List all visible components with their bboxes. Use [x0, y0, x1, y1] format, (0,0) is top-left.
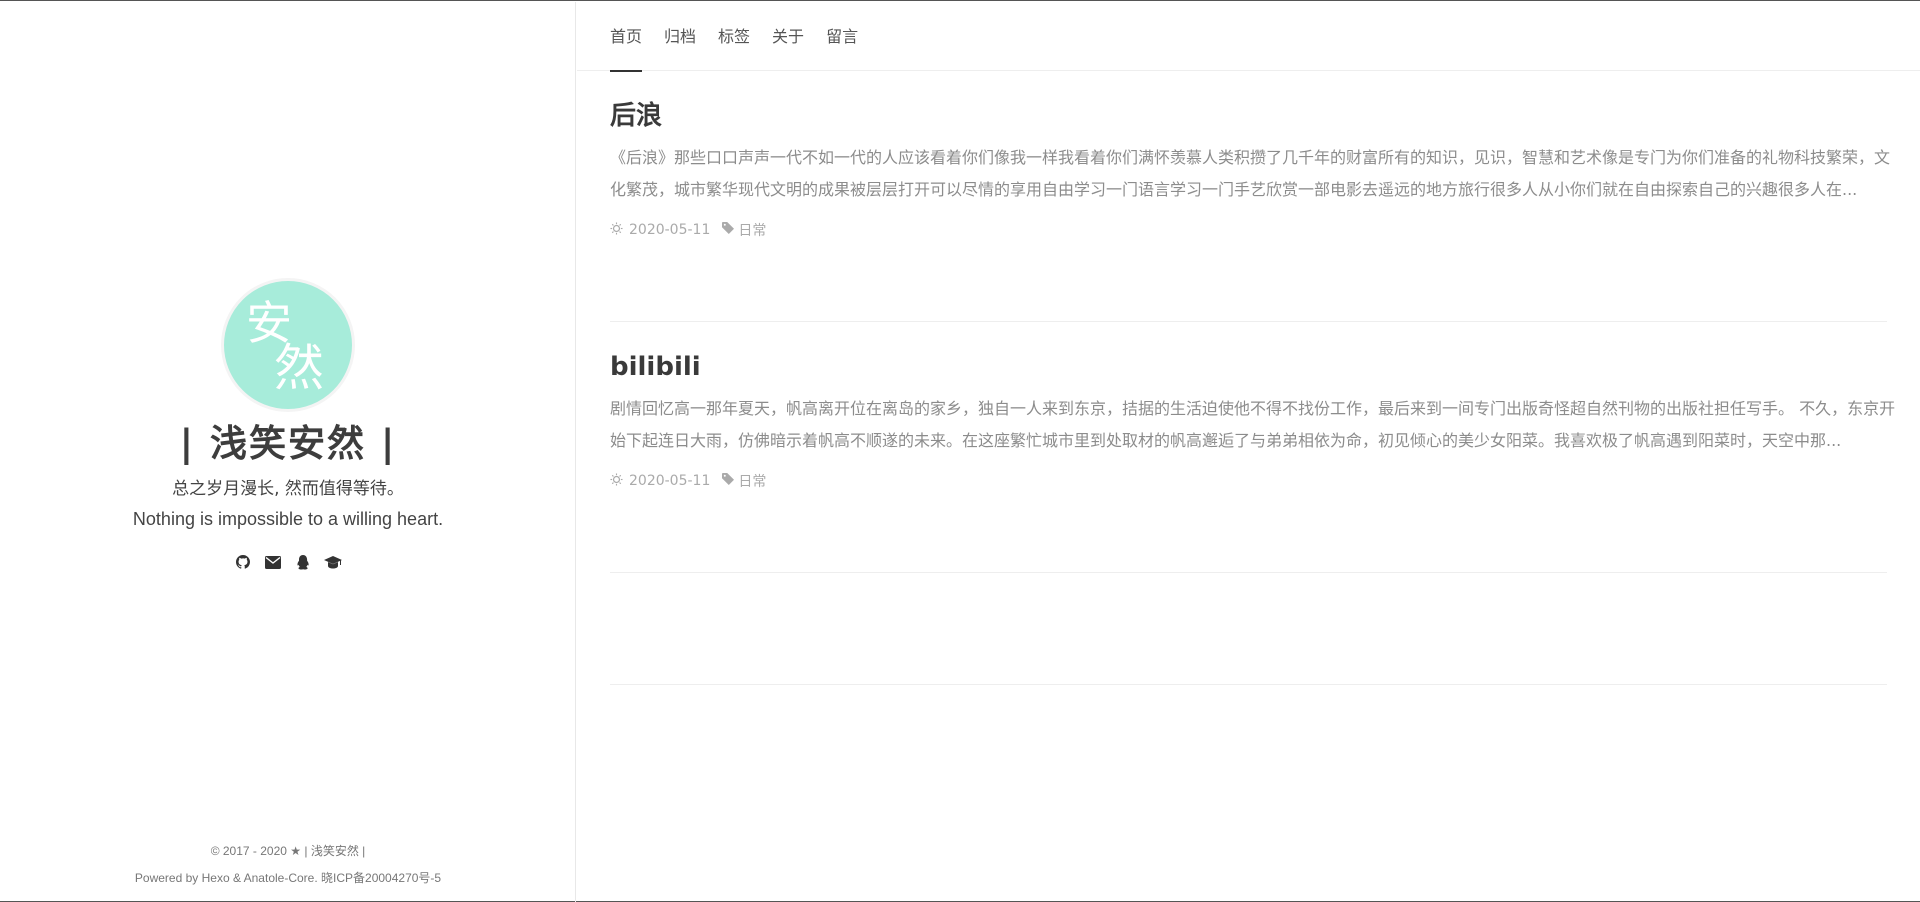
- motto-cn: 总之岁月漫长, 然而值得等待。: [172, 479, 404, 499]
- envelope-icon[interactable]: [264, 553, 282, 571]
- tag-icon: [722, 222, 735, 238]
- post-item: bilibili 剧情回忆高一那年夏天，帆高离开位在离岛的家乡，独自一人来到东京…: [610, 322, 1895, 573]
- nav-item-about[interactable]: 关于: [772, 2, 804, 71]
- powered-line: Powered by Hexo & Anatole-Core. 晓ICP备200…: [0, 865, 576, 892]
- profile: 安 然 | 浅笑安然 | 总之岁月漫长, 然而值得等待。 Nothing is …: [0, 278, 576, 571]
- copyright-text: © 2017 - 2020: [210, 844, 287, 858]
- motto-en: Nothing is impossible to a willing heart…: [132, 509, 444, 529]
- qq-icon[interactable]: [294, 553, 312, 571]
- top-nav: 首页 归档 标签 关于 留言: [577, 2, 1920, 72]
- sun-icon: [610, 472, 623, 490]
- powered-text: Powered by Hexo & Anatole-Core.: [134, 871, 318, 885]
- sun-icon: [610, 221, 623, 239]
- post-excerpt: 《后浪》那些口口声声一代不如一代的人应该看着你们像我一样我看着你们满怀羡慕人类积…: [610, 148, 1891, 199]
- github-icon[interactable]: [234, 553, 252, 571]
- page-frame: 安 然 | 浅笑安然 | 总之岁月漫长, 然而值得等待。 Nothing is …: [0, 0, 1920, 902]
- post-date: 2020-05-11: [629, 222, 711, 238]
- post-title[interactable]: bilibili: [610, 350, 1887, 384]
- nav-item-archive[interactable]: 归档: [664, 2, 696, 71]
- nav-item-guestbook[interactable]: 留言: [826, 2, 858, 71]
- tag-icon: [722, 473, 735, 489]
- post-tag[interactable]: 日常: [738, 220, 766, 240]
- copyright-line: © 2017 - 2020 ★ | 浅笑安然 |: [0, 838, 576, 865]
- avatar[interactable]: 安 然: [221, 278, 355, 412]
- footer-site-link[interactable]: | 浅笑安然 |: [304, 844, 365, 858]
- post-meta: 2020-05-11 日常: [610, 471, 1887, 491]
- pagination-area: [610, 573, 1887, 685]
- post-title[interactable]: 后浪: [610, 99, 1887, 133]
- post-tag[interactable]: 日常: [738, 471, 766, 491]
- sidebar-footer: © 2017 - 2020 ★ | 浅笑安然 | Powered by Hexo…: [0, 838, 576, 892]
- nav-item-tags[interactable]: 标签: [718, 2, 750, 71]
- avatar-char-2: 然: [274, 339, 324, 397]
- social-links: [0, 553, 576, 571]
- post-list: 后浪 《后浪》那些口口声声一代不如一代的人应该看着你们像我一样我看着你们满怀羡慕…: [577, 71, 1895, 685]
- post-date: 2020-05-11: [629, 473, 711, 489]
- post-meta: 2020-05-11 日常: [610, 220, 1887, 240]
- nav-item-home[interactable]: 首页: [610, 2, 643, 72]
- post-excerpt: 剧情回忆高一那年夏天，帆高离开位在离岛的家乡，独自一人来到东京，拮据的生活迫使他…: [610, 399, 1896, 450]
- post-item: 后浪 《后浪》那些口口声声一代不如一代的人应该看着你们像我一样我看着你们满怀羡慕…: [610, 71, 1890, 322]
- graduation-cap-icon[interactable]: [324, 553, 342, 571]
- main-content: 首页 归档 标签 关于 留言 后浪 《后浪》那些口口声声一代不如一代的人应该看着…: [577, 2, 1920, 902]
- icp-link[interactable]: 晓ICP备20004270号-5: [321, 871, 441, 885]
- avatar-calligraphy: 安 然: [246, 296, 324, 397]
- star-icon: ★: [290, 844, 302, 858]
- sidebar: 安 然 | 浅笑安然 | 总之岁月漫长, 然而值得等待。 Nothing is …: [0, 2, 576, 902]
- site-title[interactable]: | 浅笑安然 |: [0, 420, 576, 468]
